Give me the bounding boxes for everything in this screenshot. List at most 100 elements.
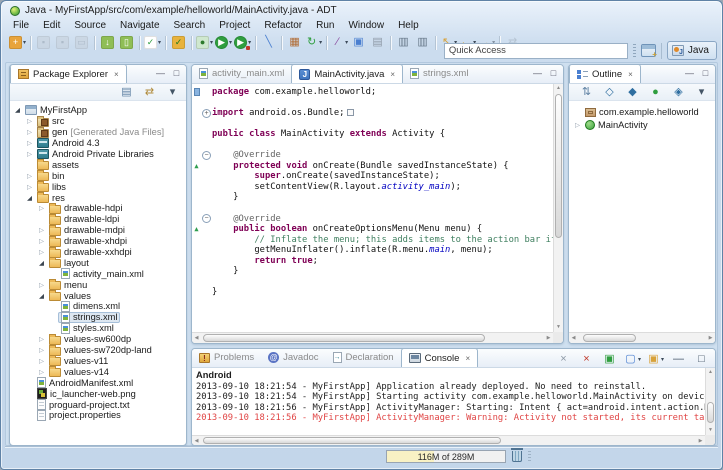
maximize-icon[interactable]: □ (700, 67, 711, 79)
android-sdk-manager-icon[interactable]: ↓ (99, 34, 116, 51)
tree-item-src[interactable]: ▷src (10, 116, 186, 127)
maximize-icon[interactable]: □ (171, 67, 182, 79)
fold-column[interactable]: + (201, 109, 212, 118)
maximize-icon[interactable]: □ (548, 67, 559, 79)
collapsed-arrow-icon[interactable]: ▷ (25, 150, 34, 158)
tree-item-proguard-project-txt[interactable]: proguard-project.txt (10, 399, 186, 410)
tree-item-ic-launcher-web-png[interactable]: ic_launcher-web.png (10, 388, 186, 399)
fold-expand-icon[interactable]: + (202, 109, 211, 118)
tree-item-values-sw720dp-land[interactable]: ▷values-sw720dp-land (10, 345, 186, 356)
fold-column[interactable]: − (201, 214, 212, 223)
maximize-icon[interactable]: □ (693, 351, 710, 368)
console-horizontal-scrollbar[interactable]: ◀ ▶ (192, 435, 705, 445)
tree-item-activity-main-xml[interactable]: activity_main.xml (10, 268, 186, 279)
link-with-editor-icon[interactable]: ⇄ (141, 84, 158, 101)
tree-item-bin[interactable]: ▷bin (10, 170, 186, 181)
dropdown-arrow-icon[interactable]: ▾ (158, 39, 161, 46)
sort-icon[interactable]: ⇅ (578, 84, 595, 101)
scroll-up-icon[interactable]: ▲ (706, 368, 715, 377)
tree-item-androidmanifest-xml[interactable]: AndroidManifest.xml (10, 377, 186, 388)
console-output[interactable]: Android 2013-09-10 18:21:54 - MyFirstApp… (192, 368, 705, 435)
menu-run[interactable]: Run (309, 19, 341, 32)
collapsed-arrow-icon[interactable]: ▷ (37, 226, 46, 234)
tree-item-values-sw600dp[interactable]: ▷values-sw600dp (10, 334, 186, 345)
tree-item-styles-xml[interactable]: styles.xml (10, 323, 186, 334)
tree-item-drawable-ldpi[interactable]: drawable-ldpi (10, 214, 186, 225)
tree-item-values[interactable]: ◢values (10, 290, 186, 301)
tab-console[interactable]: Console× (401, 348, 479, 367)
expanded-arrow-icon[interactable]: ◢ (13, 106, 22, 114)
close-icon[interactable]: × (465, 354, 470, 363)
collapsed-arrow-icon[interactable]: ▷ (573, 121, 582, 129)
tree-item-drawable-xhdpi[interactable]: ▷drawable-xhdpi (10, 236, 186, 247)
collapsed-arrow-icon[interactable]: ▷ (37, 281, 46, 289)
dropdown-arrow-icon[interactable]: ▾ (345, 39, 348, 46)
tree-item-values-v14[interactable]: ▷values-v14 (10, 366, 186, 377)
outline-horizontal-scrollbar[interactable]: ◀ ▶ (569, 332, 715, 343)
scrollbar-thumb[interactable] (555, 94, 562, 238)
tree-item-strings-xml[interactable]: strings.xml (10, 312, 186, 323)
tab-activity-main-xml[interactable]: activity_main.xml (192, 64, 291, 83)
tree-item-android-private-libraries[interactable]: ▷Android Private Libraries (10, 149, 186, 160)
tasks-icon[interactable]: ▤ (369, 34, 386, 51)
scroll-down-icon[interactable]: ▼ (554, 323, 563, 332)
column-layout-two-icon[interactable]: ▥ (414, 34, 431, 51)
format-pencil-icon[interactable]: ∕▾ (331, 34, 348, 51)
fold-collapse-icon[interactable]: − (202, 151, 211, 160)
minimize-icon[interactable]: — (532, 67, 543, 79)
dropdown-arrow-icon[interactable]: ▾ (210, 39, 213, 46)
collapsed-arrow-icon[interactable]: ▷ (25, 183, 34, 191)
remove-launch-icon[interactable]: × (555, 351, 572, 368)
hide-fields-icon[interactable]: ◇ (601, 84, 618, 101)
tree-item-menu[interactable]: ▷menu (10, 279, 186, 290)
outline-item-mainactivity[interactable]: ▷MainActivity (569, 118, 715, 131)
collapse-all-icon[interactable]: ▤ (118, 84, 135, 101)
android-lint-icon[interactable]: ✓ (170, 34, 187, 51)
view-menu-icon[interactable]: ▾ (693, 84, 710, 101)
tree-item-android-4-3[interactable]: ▷Android 4.3 (10, 138, 186, 149)
menu-search[interactable]: Search (167, 19, 213, 32)
column-layout-one-icon[interactable]: ▥ (395, 34, 412, 51)
tree-item-drawable-mdpi[interactable]: ▷drawable-mdpi (10, 225, 186, 236)
tab-strings-xml[interactable]: strings.xml (403, 64, 475, 83)
console-vertical-scrollbar[interactable]: ▲ ▼ (705, 368, 715, 435)
menu-window[interactable]: Window (341, 19, 391, 32)
toolbar-drag-handle[interactable] (633, 44, 636, 58)
editor-vertical-scrollbar[interactable]: ▲ ▼ (553, 84, 563, 332)
tree-item-gen[interactable]: ▷gen[Generated Java Files] (10, 127, 186, 138)
tree-item-layout[interactable]: ◢layout (10, 257, 186, 268)
run-external-icon[interactable]: ▶▾ (234, 34, 251, 51)
dropdown-arrow-icon[interactable]: ▾ (229, 39, 232, 46)
collapsed-arrow-icon[interactable]: ▷ (25, 139, 34, 147)
menu-source[interactable]: Source (67, 19, 113, 32)
scroll-up-icon[interactable]: ▲ (554, 84, 563, 93)
tab-javadoc[interactable]: Javadoc (261, 348, 325, 367)
collapsed-arrow-icon[interactable]: ▷ (37, 346, 46, 354)
tab-mainactivity-java[interactable]: MainActivity.java× (291, 64, 403, 83)
minimize-icon[interactable]: — (670, 351, 687, 368)
minimize-icon[interactable]: — (155, 67, 166, 79)
run-icon[interactable]: ▶▾ (215, 34, 232, 51)
menu-navigate[interactable]: Navigate (113, 19, 166, 32)
new-wizard-icon[interactable]: +▾ (9, 34, 26, 51)
tree-item-dimens-xml[interactable]: dimens.xml (10, 301, 186, 312)
skip-breakpoints-icon[interactable]: ╲ (260, 34, 277, 51)
scroll-right-icon[interactable]: ▶ (706, 333, 715, 343)
scroll-left-icon[interactable]: ◀ (569, 333, 578, 343)
collapsed-arrow-icon[interactable]: ▷ (37, 237, 46, 245)
new-folder-icon[interactable]: ▣ (350, 34, 367, 51)
menu-edit[interactable]: Edit (36, 19, 67, 32)
menu-file[interactable]: File (6, 19, 36, 32)
fold-column[interactable]: − (201, 151, 212, 160)
hide-local-types-icon[interactable]: ◈ (670, 84, 687, 101)
heap-status[interactable]: 116M of 289M (386, 450, 506, 463)
collapsed-arrow-icon[interactable]: ▷ (37, 248, 46, 256)
scroll-left-icon[interactable]: ◀ (192, 333, 201, 343)
collapsed-region-icon[interactable] (347, 109, 354, 116)
hide-static-icon[interactable]: ◆ (624, 84, 641, 101)
collapse-all-icon[interactable]: ▤ (568, 84, 572, 101)
tab-package-explorer[interactable]: Package Explorer × (10, 64, 127, 83)
collapsed-arrow-icon[interactable]: ▷ (37, 335, 46, 343)
close-icon[interactable]: × (628, 70, 633, 79)
dropdown-arrow-icon[interactable]: ▾ (23, 39, 26, 46)
